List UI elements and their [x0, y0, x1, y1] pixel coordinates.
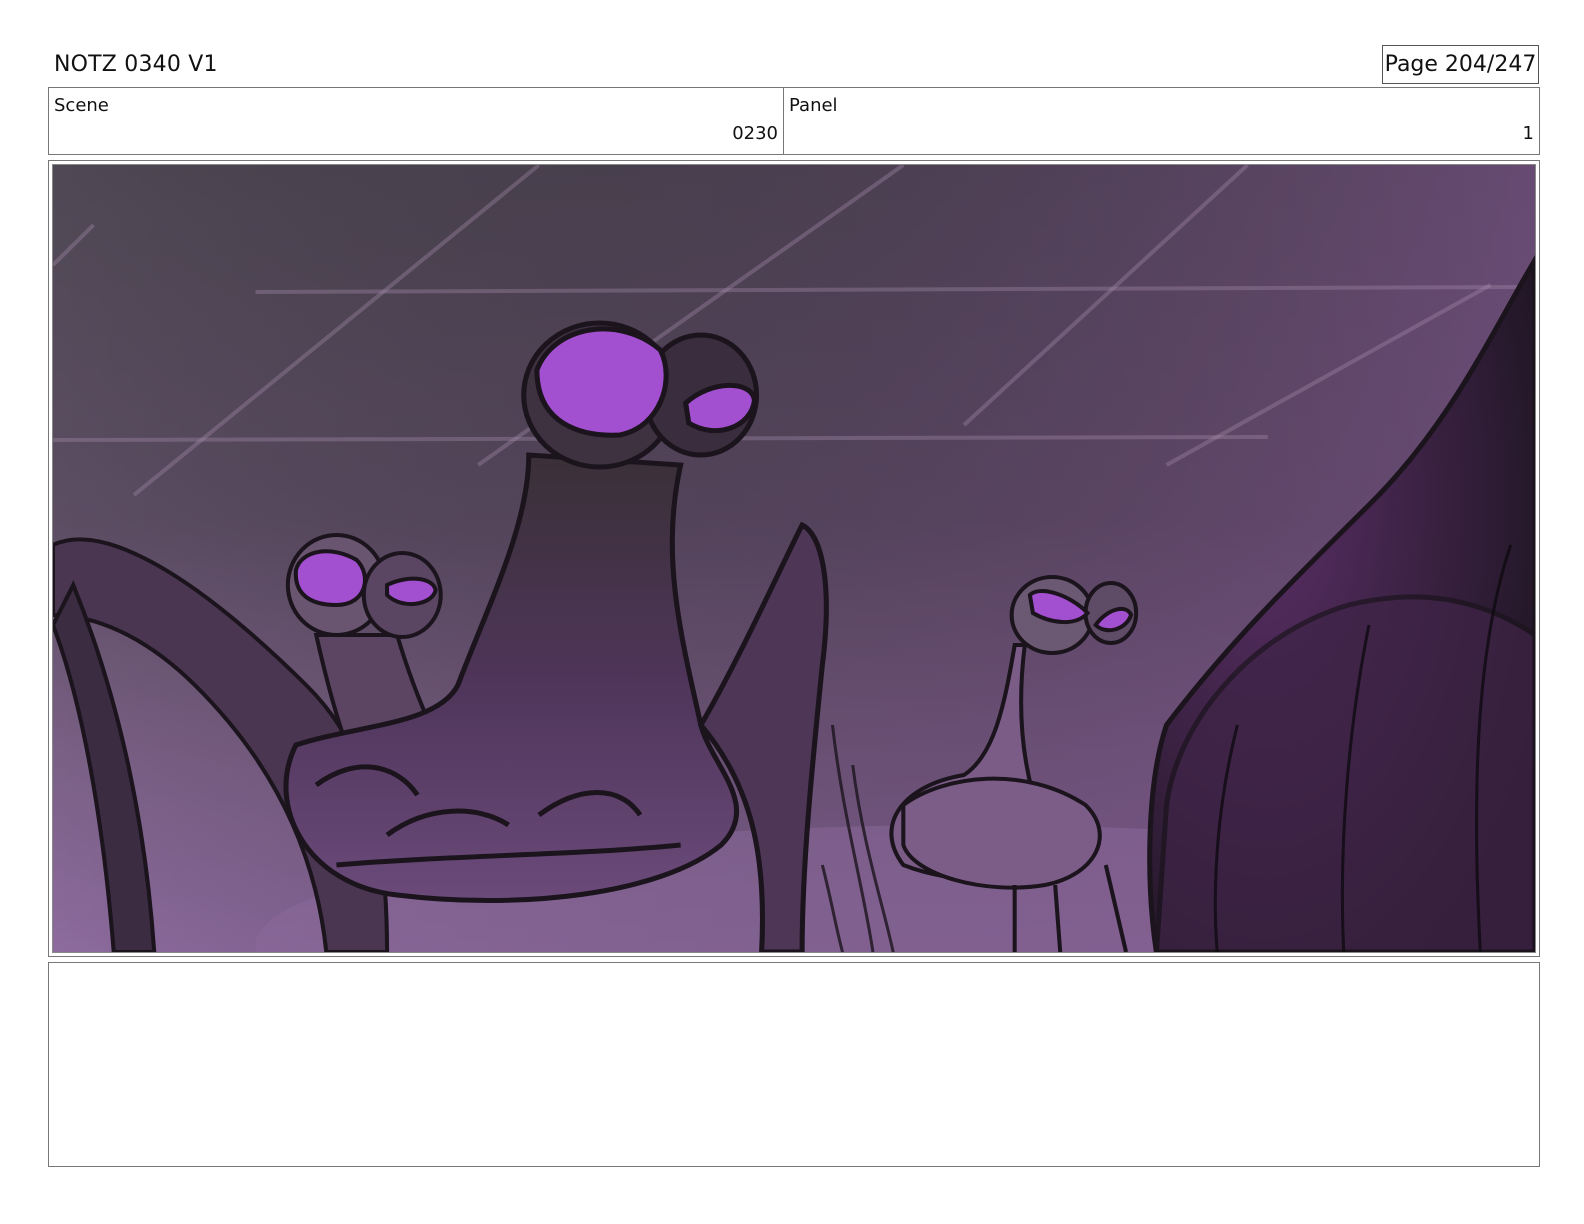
storyboard-frame — [48, 160, 1540, 957]
scene-label: Scene — [54, 95, 109, 116]
notes-area — [48, 962, 1540, 1167]
storyboard-image — [52, 164, 1536, 953]
panel-value: 1 — [1522, 123, 1534, 144]
panel-cell: Panel 1 — [784, 88, 1539, 154]
scene-panel-row: Scene 0230 Panel 1 — [48, 87, 1540, 155]
scene-cell: Scene 0230 — [49, 88, 784, 154]
panel-label: Panel — [789, 95, 838, 116]
scene-value: 0230 — [732, 123, 778, 144]
storyboard-artwork — [53, 165, 1535, 952]
document-title: NOTZ 0340 V1 — [54, 52, 218, 77]
page-number: Page 204/247 — [1382, 45, 1539, 84]
